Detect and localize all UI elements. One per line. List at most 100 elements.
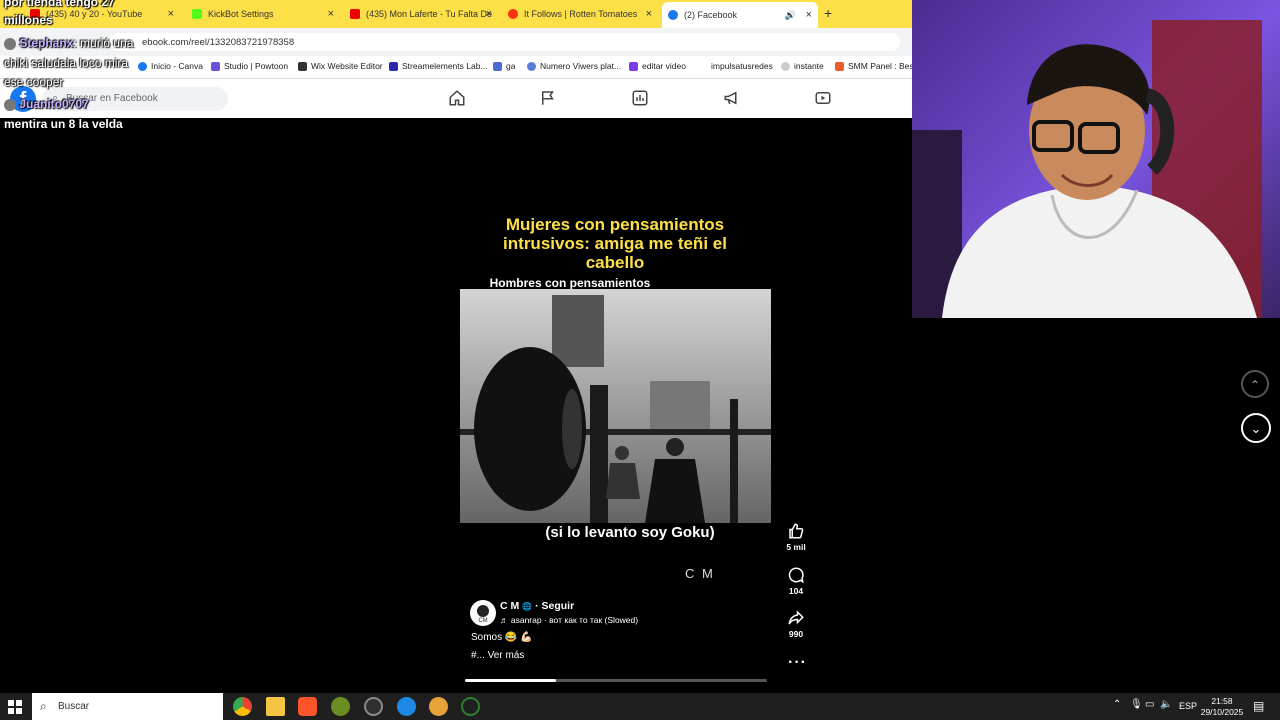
previous-video-button[interactable]: ⌃ xyxy=(1241,370,1269,398)
powtoon-icon xyxy=(211,61,220,71)
share-button[interactable]: 990 xyxy=(783,609,809,639)
cm-logo-icon: CM xyxy=(477,605,489,624)
author-avatar[interactable]: CM xyxy=(470,600,496,626)
see-more-link[interactable]: #... Ver más xyxy=(471,650,524,661)
next-video-button[interactable]: ⌄ xyxy=(1241,413,1271,443)
url-field[interactable]: ebook.com/reel/1332083721978358 xyxy=(110,33,900,51)
like-count: 5 mil xyxy=(786,542,806,552)
flag-icon[interactable] xyxy=(539,89,557,107)
gamepad-icon[interactable] xyxy=(461,697,480,716)
smm-icon xyxy=(835,61,844,71)
tab-facebook[interactable]: (2) Facebook 🔊 × xyxy=(662,2,818,28)
bookmark-label: Inicio - Canva xyxy=(151,61,203,71)
video-icon xyxy=(629,61,638,71)
bookmark-canva[interactable]: Inicio - Canva xyxy=(138,61,203,71)
chat-username: Stephanx xyxy=(19,36,74,50)
globe-icon xyxy=(527,61,536,71)
bookmark-wix[interactable]: Wix Website Editor xyxy=(298,61,383,71)
comment-button[interactable]: 104 xyxy=(783,566,809,596)
bookmark-label: Studio | Powtoon xyxy=(224,61,289,71)
home-icon[interactable] xyxy=(448,89,466,107)
chrome-icon[interactable] xyxy=(233,697,252,716)
video-icon[interactable] xyxy=(814,89,832,107)
chat-line: mentira un 8 la velda xyxy=(4,117,123,131)
close-icon[interactable]: × xyxy=(646,8,652,20)
reel-video-frame[interactable] xyxy=(460,289,771,523)
ga-icon xyxy=(493,61,502,71)
bookmark-smm-panel[interactable]: SMM Panel : Best xyxy=(835,61,916,71)
chat-line: millones xyxy=(4,13,53,27)
facebook-icon xyxy=(668,10,678,20)
tab-youtube-monlaferte[interactable]: (435) Mon Laferte - Tu Falta De × xyxy=(344,4,498,24)
app-icon[interactable] xyxy=(331,697,350,716)
music-line[interactable]: ♬ asanrap · вот как то так (Slowed) xyxy=(500,615,638,625)
share-count: 990 xyxy=(788,629,804,639)
close-icon[interactable]: × xyxy=(486,8,492,20)
bookmark-label: SMM Panel : Best xyxy=(848,61,917,71)
folder-icon[interactable] xyxy=(266,697,285,716)
microphone-icon[interactable]: 🎙 xyxy=(1130,699,1143,710)
notifications-icon[interactable]: ▤ xyxy=(1253,699,1264,713)
chart-icon[interactable] xyxy=(631,89,649,107)
globe-icon xyxy=(138,61,147,71)
tab-kickbot[interactable]: KickBot Settings × xyxy=(184,4,340,24)
gym-scene xyxy=(460,289,771,523)
chat-text: : murió una xyxy=(73,36,134,50)
bookmark-ga[interactable]: ga xyxy=(493,61,515,71)
bookmark-instante[interactable]: instante xyxy=(781,61,824,71)
bookmark-label: ga xyxy=(506,61,516,71)
author-name[interactable]: C M xyxy=(500,600,519,612)
tab-label: (2) Facebook xyxy=(684,10,738,20)
clock-time: 21:58 xyxy=(1211,696,1233,706)
close-icon[interactable]: × xyxy=(806,9,812,21)
taskbar-search[interactable]: ⌕ Buscar xyxy=(32,693,223,720)
comment-count: 104 xyxy=(788,586,804,596)
taskbar-search-label: Buscar xyxy=(58,701,90,712)
speaker-icon[interactable]: 🔊 xyxy=(785,10,796,21)
megaphone-icon[interactable] xyxy=(723,89,741,107)
bookmark-streamelements[interactable]: Streamelements Lab... xyxy=(389,61,488,71)
bookmark-impulsatusredes[interactable]: impulsatusredes xyxy=(711,61,773,71)
streamelements-icon xyxy=(389,61,398,71)
chevron-up-icon[interactable]: ⌃ xyxy=(1113,699,1121,710)
volume-icon[interactable]: 🔈 xyxy=(1160,699,1172,710)
streamer-figure xyxy=(912,20,1262,318)
thumbs-up-icon xyxy=(789,523,804,539)
tab-label: (435) Mon Laferte - Tu Falta De xyxy=(366,9,493,19)
chat-line: chiki saludala loco mira xyxy=(4,56,129,70)
windows-start-icon[interactable] xyxy=(8,700,22,714)
reel-watermark: C M xyxy=(685,566,715,581)
bookmark-powtoon[interactable]: Studio | Powtoon xyxy=(211,61,288,71)
comment-icon xyxy=(788,567,804,584)
search-icon: ⌕ xyxy=(40,699,47,713)
youtube-icon xyxy=(350,9,360,19)
close-icon[interactable]: × xyxy=(168,8,174,20)
svg-text:CM: CM xyxy=(478,618,487,624)
bookmark-label: Wix Website Editor xyxy=(311,61,383,71)
bookmark-label: instante xyxy=(794,61,824,71)
clock[interactable]: 21:58 29/10/2025 xyxy=(1200,696,1244,718)
new-tab-button[interactable]: + xyxy=(824,5,832,21)
close-icon[interactable]: × xyxy=(328,8,334,20)
network-icon[interactable]: ▭ xyxy=(1145,699,1154,710)
chevron-down-icon: ⌄ xyxy=(1250,421,1262,436)
reel-description: Somos 😂 💪🏻 xyxy=(471,632,533,643)
more-options-icon[interactable]: ··· xyxy=(788,654,807,672)
app-icon[interactable] xyxy=(429,697,448,716)
like-button[interactable]: 5 mil xyxy=(783,522,809,552)
chat-message: Stephanx: murió una xyxy=(4,36,133,50)
progress-track[interactable] xyxy=(465,679,767,682)
bookmark-label: Numero Viwers plat... xyxy=(540,61,622,71)
bookmark-numero-viwers[interactable]: Numero Viwers plat... xyxy=(527,61,621,71)
follow-link[interactable]: · Seguir xyxy=(535,600,574,612)
tab-rotten-tomatoes[interactable]: It Follows | Rotten Tomatoes × xyxy=(502,4,658,24)
clock-date: 29/10/2025 xyxy=(1200,707,1244,717)
language-indicator[interactable]: ESP xyxy=(1179,701,1197,711)
app-icon[interactable] xyxy=(397,697,416,716)
obs-icon[interactable] xyxy=(364,697,383,716)
bookmarks-bar: Inicio - Canva Studio | Powtoon Wix Webs… xyxy=(0,56,916,79)
brave-icon[interactable] xyxy=(298,697,317,716)
tomato-icon xyxy=(508,9,518,19)
bookmark-editar-video[interactable]: editar video xyxy=(629,61,686,71)
tab-label: It Follows | Rotten Tomatoes xyxy=(524,9,638,19)
